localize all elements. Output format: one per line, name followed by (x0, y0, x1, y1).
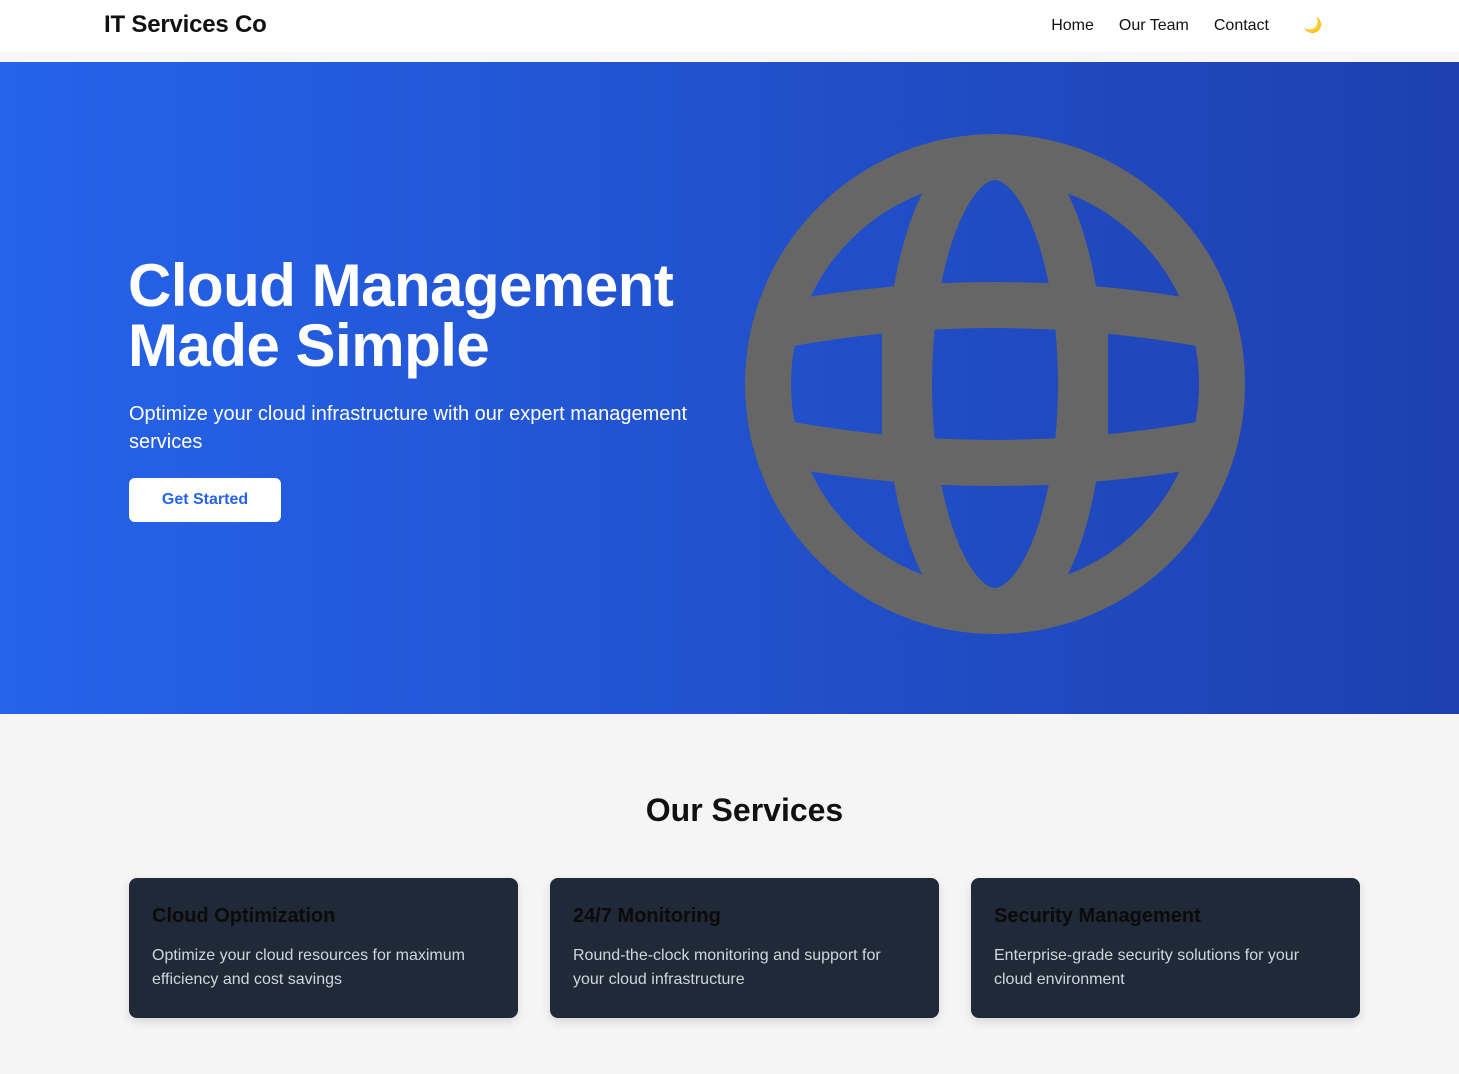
nav-link-home[interactable]: Home (1051, 17, 1094, 35)
service-card-title: 24/7 Monitoring (573, 905, 721, 927)
service-card-description: Optimize your cloud resources for maximu… (152, 947, 465, 988)
moon-icon[interactable]: 🌙 (1303, 16, 1323, 36)
hero-title: Cloud Management Made Simple (128, 256, 768, 376)
hero-title-line-2: Made Simple (128, 312, 490, 379)
service-card-description: Round-the-clock monitoring and support f… (573, 947, 881, 988)
hero-subtitle: Optimize your cloud infrastructure with … (129, 403, 688, 453)
services-heading: Our Services (645, 792, 844, 828)
service-card-security-management: Security Management Enterprise-grade sec… (971, 878, 1360, 1018)
nav-link-our-team[interactable]: Our Team (1119, 17, 1189, 35)
nav-link-contact[interactable]: Contact (1214, 17, 1269, 35)
services-section: Our Services Cloud Optimization Optimize… (0, 714, 1459, 1074)
get-started-button[interactable]: Get Started (129, 478, 281, 522)
hero-section: Cloud Management Made Simple Optimize yo… (0, 62, 1459, 714)
service-card-description: Enterprise-grade security solutions for … (994, 947, 1300, 988)
nav-links: Home Our Team Contact 🌙 (1026, 16, 1323, 36)
navbar-divider (0, 52, 1459, 62)
service-card-title: Security Management (994, 905, 1201, 927)
service-card-monitoring: 24/7 Monitoring Round-the-clock monitori… (550, 878, 939, 1018)
hero-title-line-1: Cloud Management (128, 252, 674, 319)
globe-icon (745, 134, 1245, 634)
service-card-title: Cloud Optimization (152, 905, 336, 927)
top-navbar: IT Services Co Home Our Team Contact 🌙 (0, 0, 1459, 52)
brand-logo-text[interactable]: IT Services Co (104, 11, 267, 39)
service-card-cloud-optimization: Cloud Optimization Optimize your cloud r… (129, 878, 518, 1018)
